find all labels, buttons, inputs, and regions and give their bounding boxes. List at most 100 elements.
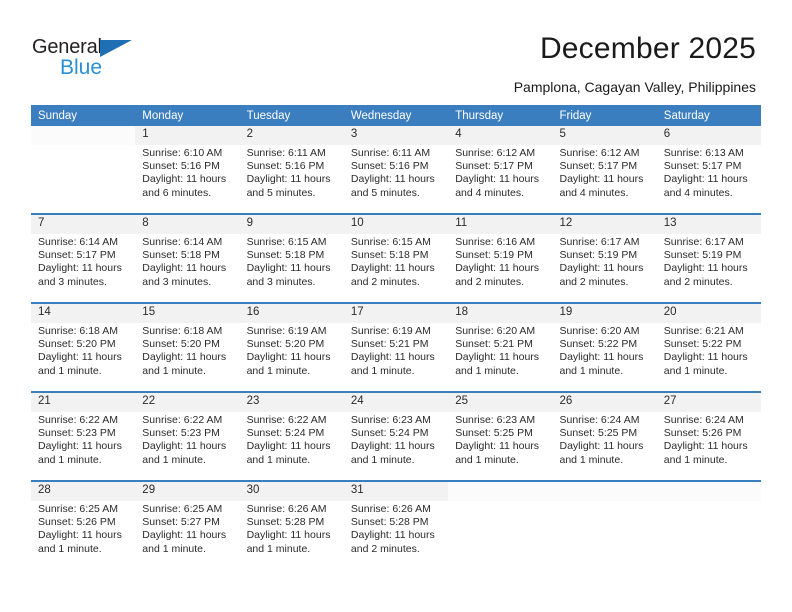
daylight-text: Daylight: 11 hours and 2 minutes. <box>350 262 435 288</box>
sunrise-text: Sunrise: 6:20 AM <box>559 325 640 337</box>
day-number[interactable]: 15 <box>135 304 240 323</box>
day-number[interactable]: 14 <box>31 304 136 323</box>
week-4-daynum-row: 21 22 23 24 25 26 27 <box>31 393 762 412</box>
day-number[interactable]: 12 <box>552 215 657 234</box>
day-number[interactable]: 23 <box>239 393 344 412</box>
day-number[interactable]: 17 <box>343 304 449 323</box>
day-info-empty <box>656 501 762 569</box>
day-info: Sunrise: 6:18 AM Sunset: 5:20 PM Dayligh… <box>135 323 240 391</box>
daylight-text: Daylight: 11 hours and 2 minutes. <box>350 529 435 555</box>
daylight-text: Daylight: 11 hours and 2 minutes. <box>455 262 540 288</box>
day-info: Sunrise: 6:14 AM Sunset: 5:18 PM Dayligh… <box>135 234 240 302</box>
sunrise-text: Sunrise: 6:16 AM <box>455 236 536 248</box>
sunrise-text: Sunrise: 6:22 AM <box>142 414 223 426</box>
day-info: Sunrise: 6:24 AM Sunset: 5:26 PM Dayligh… <box>656 412 762 480</box>
calendar-page: General Blue December 2025 Pamplona, Cag… <box>0 0 792 612</box>
daylight-text: Daylight: 11 hours and 5 minutes. <box>350 173 435 199</box>
day-number[interactable]: 29 <box>135 482 240 501</box>
sunrise-text: Sunrise: 6:24 AM <box>559 414 640 426</box>
sunset-text: Sunset: 5:20 PM <box>38 338 116 351</box>
day-info: Sunrise: 6:15 AM Sunset: 5:18 PM Dayligh… <box>239 234 344 302</box>
week-5-info-row: Sunrise: 6:25 AM Sunset: 5:26 PM Dayligh… <box>31 501 762 569</box>
day-info: Sunrise: 6:18 AM Sunset: 5:20 PM Dayligh… <box>31 323 136 391</box>
day-cell-empty <box>31 126 136 145</box>
day-number[interactable]: 9 <box>239 215 344 234</box>
day-info-empty <box>552 501 657 569</box>
week-1-info-row: Sunrise: 6:10 AM Sunset: 5:16 PM Dayligh… <box>31 145 762 213</box>
daylight-text: Daylight: 11 hours and 3 minutes. <box>38 262 122 288</box>
week-2-daynum-row: 7 8 9 10 11 12 13 <box>31 215 762 234</box>
page-title: December 2025 <box>539 32 756 65</box>
daylight-text: Daylight: 11 hours and 1 minute. <box>38 351 122 377</box>
sunset-text: Sunset: 5:17 PM <box>38 249 116 262</box>
daylight-text: Daylight: 11 hours and 3 minutes. <box>142 262 227 288</box>
weekday-header-wednesday: Wednesday <box>343 105 449 126</box>
sunset-text: Sunset: 5:21 PM <box>455 338 533 351</box>
day-info: Sunrise: 6:15 AM Sunset: 5:18 PM Dayligh… <box>343 234 449 302</box>
week-3-info-row: Sunrise: 6:18 AM Sunset: 5:20 PM Dayligh… <box>31 323 762 391</box>
sunset-text: Sunset: 5:18 PM <box>246 249 325 262</box>
daylight-text: Daylight: 11 hours and 4 minutes. <box>455 173 540 199</box>
day-info: Sunrise: 6:22 AM Sunset: 5:23 PM Dayligh… <box>135 412 240 480</box>
day-number[interactable]: 19 <box>552 304 657 323</box>
general-blue-logo[interactable]: General Blue <box>32 36 172 84</box>
day-info: Sunrise: 6:26 AM Sunset: 5:28 PM Dayligh… <box>239 501 344 569</box>
day-info: Sunrise: 6:22 AM Sunset: 5:23 PM Dayligh… <box>31 412 136 480</box>
sunrise-text: Sunrise: 6:26 AM <box>246 503 327 515</box>
day-info-empty <box>448 501 553 569</box>
day-info: Sunrise: 6:20 AM Sunset: 5:21 PM Dayligh… <box>448 323 553 391</box>
day-number[interactable]: 20 <box>656 304 762 323</box>
day-number[interactable]: 31 <box>343 482 449 501</box>
daylight-text: Daylight: 11 hours and 2 minutes. <box>559 262 644 288</box>
sunrise-text: Sunrise: 6:17 AM <box>663 236 744 248</box>
sunrise-text: Sunrise: 6:23 AM <box>455 414 536 426</box>
daylight-text: Daylight: 11 hours and 1 minute. <box>350 351 435 377</box>
day-number[interactable]: 24 <box>343 393 449 412</box>
weekday-header-tuesday: Tuesday <box>239 105 344 126</box>
daylight-text: Daylight: 11 hours and 1 minute. <box>455 440 540 466</box>
day-number[interactable]: 13 <box>656 215 762 234</box>
sunset-text: Sunset: 5:23 PM <box>142 427 220 440</box>
sunset-text: Sunset: 5:21 PM <box>350 338 429 351</box>
sunrise-text: Sunrise: 6:15 AM <box>246 236 327 248</box>
day-number[interactable]: 6 <box>656 126 762 145</box>
weekday-header-saturday: Saturday <box>656 105 762 126</box>
sunrise-text: Sunrise: 6:26 AM <box>350 503 431 515</box>
day-number[interactable]: 16 <box>239 304 344 323</box>
sunset-text: Sunset: 5:22 PM <box>559 338 638 351</box>
day-number[interactable]: 18 <box>448 304 553 323</box>
sunset-text: Sunset: 5:26 PM <box>38 516 116 529</box>
daylight-text: Daylight: 11 hours and 5 minutes. <box>246 173 331 199</box>
day-number[interactable]: 21 <box>31 393 136 412</box>
sunset-text: Sunset: 5:25 PM <box>559 427 638 440</box>
daylight-text: Daylight: 11 hours and 1 minute. <box>663 351 748 377</box>
week-1-daynum-row: 1 2 3 4 5 6 <box>31 126 762 145</box>
day-number[interactable]: 30 <box>239 482 344 501</box>
day-number[interactable]: 5 <box>552 126 657 145</box>
day-number[interactable]: 10 <box>343 215 449 234</box>
day-number[interactable]: 27 <box>656 393 762 412</box>
day-number[interactable]: 28 <box>31 482 136 501</box>
week-5-daynum-row: 28 29 30 31 <box>31 482 762 501</box>
sunset-text: Sunset: 5:26 PM <box>663 427 742 440</box>
day-number[interactable]: 22 <box>135 393 240 412</box>
day-cell-empty <box>656 482 762 501</box>
sunset-text: Sunset: 5:16 PM <box>350 160 429 173</box>
sunrise-sunset-calendar: Sunday Monday Tuesday Wednesday Thursday… <box>31 105 762 569</box>
day-number[interactable]: 8 <box>135 215 240 234</box>
sunset-text: Sunset: 5:19 PM <box>455 249 533 262</box>
day-number[interactable]: 1 <box>135 126 240 145</box>
daylight-text: Daylight: 11 hours and 6 minutes. <box>142 173 227 199</box>
day-number[interactable]: 25 <box>448 393 553 412</box>
triangle-icon <box>100 40 132 57</box>
day-number[interactable]: 3 <box>343 126 449 145</box>
weekday-header-thursday: Thursday <box>448 105 553 126</box>
sunrise-text: Sunrise: 6:13 AM <box>663 147 744 159</box>
logo-text-blue: Blue <box>60 56 103 79</box>
day-number[interactable]: 4 <box>448 126 553 145</box>
day-number[interactable]: 26 <box>552 393 657 412</box>
day-number[interactable]: 7 <box>31 215 136 234</box>
day-cell-empty <box>448 482 553 501</box>
day-number[interactable]: 11 <box>448 215 553 234</box>
day-number[interactable]: 2 <box>239 126 344 145</box>
